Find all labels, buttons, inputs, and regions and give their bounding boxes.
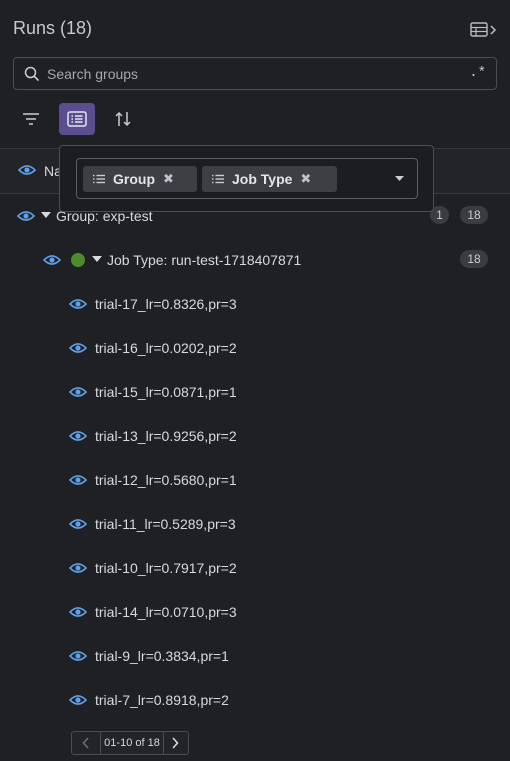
eye-icon[interactable] — [43, 253, 61, 267]
list-icon — [212, 174, 224, 184]
group-button[interactable] — [59, 103, 95, 135]
eye-icon[interactable] — [18, 163, 36, 177]
run-name[interactable]: trial-14_lr=0.0710,pr=3 — [95, 604, 237, 620]
search-box[interactable]: .* — [13, 57, 497, 90]
group-chip[interactable]: Group ✖ — [83, 166, 197, 192]
remove-icon[interactable]: ✖ — [163, 171, 174, 187]
table-collapse-icon[interactable] — [470, 21, 498, 39]
filter-button[interactable] — [13, 103, 49, 135]
panel-title: Runs (18) — [13, 18, 93, 38]
eye-icon[interactable] — [69, 341, 87, 355]
run-row[interactable]: trial-15_lr=0.0871,pr=1 — [0, 378, 510, 414]
eye-icon[interactable] — [69, 517, 87, 531]
search-input[interactable] — [47, 64, 447, 84]
run-name[interactable]: trial-15_lr=0.0871,pr=1 — [95, 384, 237, 400]
run-row[interactable]: trial-10_lr=0.7917,pr=2 — [0, 554, 510, 590]
list-icon — [93, 174, 105, 184]
group-by-popover: Group ✖ Job Type ✖ — [59, 145, 434, 212]
run-name[interactable]: trial-9_lr=0.3834,pr=1 — [95, 648, 229, 664]
run-name[interactable]: trial-16_lr=0.0202,pr=2 — [95, 340, 237, 356]
run-name[interactable]: trial-13_lr=0.9256,pr=2 — [95, 428, 237, 444]
run-name[interactable]: trial-12_lr=0.5680,pr=1 — [95, 472, 237, 488]
sort-button[interactable] — [105, 103, 141, 135]
run-row[interactable]: trial-17_lr=0.8326,pr=3 — [0, 290, 510, 326]
run-row[interactable]: trial-16_lr=0.0202,pr=2 — [0, 334, 510, 370]
run-row[interactable]: trial-12_lr=0.5680,pr=1 — [0, 466, 510, 502]
run-row[interactable]: trial-7_lr=0.8918,pr=2 — [0, 686, 510, 722]
run-name[interactable]: trial-17_lr=0.8326,pr=3 — [95, 296, 237, 312]
run-name[interactable]: trial-7_lr=0.8918,pr=2 — [95, 692, 229, 708]
pagination: 01-10 of 18 — [71, 731, 189, 755]
subgroup-runs-badge: 18 — [460, 250, 488, 268]
job-type-chip[interactable]: Job Type ✖ — [202, 166, 337, 192]
remove-icon[interactable]: ✖ — [300, 171, 311, 187]
run-row[interactable]: trial-9_lr=0.3834,pr=1 — [0, 642, 510, 678]
eye-icon[interactable] — [69, 385, 87, 399]
eye-icon[interactable] — [69, 297, 87, 311]
eye-icon[interactable] — [69, 693, 87, 707]
search-icon — [24, 66, 40, 82]
group-runs-badge: 18 — [460, 206, 488, 224]
group-list-icon — [67, 111, 87, 127]
chip-label: Job Type — [232, 171, 293, 187]
group-by-select[interactable]: Group ✖ Job Type ✖ — [76, 158, 418, 199]
subgroup-label[interactable]: Job Type: run-test-1718407871 — [107, 252, 301, 268]
eye-icon[interactable] — [69, 473, 87, 487]
run-row[interactable]: trial-13_lr=0.9256,pr=2 — [0, 422, 510, 458]
caret-down-icon[interactable] — [41, 212, 51, 219]
next-page-button[interactable] — [162, 732, 188, 754]
eye-icon[interactable] — [69, 429, 87, 443]
run-name[interactable]: trial-10_lr=0.7917,pr=2 — [95, 560, 237, 576]
eye-icon[interactable] — [69, 649, 87, 663]
run-row[interactable]: trial-11_lr=0.5289,pr=3 — [0, 510, 510, 546]
run-row[interactable]: trial-14_lr=0.0710,pr=3 — [0, 598, 510, 634]
eye-icon[interactable] — [69, 561, 87, 575]
caret-down-icon[interactable] — [92, 256, 102, 263]
filter-icon — [22, 112, 40, 126]
caret-down-icon[interactable] — [395, 176, 404, 182]
eye-icon[interactable] — [69, 605, 87, 619]
chip-label: Group — [113, 171, 155, 187]
page-range-label: 01-10 of 18 — [100, 732, 164, 754]
eye-icon[interactable] — [17, 209, 35, 223]
regex-toggle[interactable]: .* — [469, 65, 486, 81]
run-name[interactable]: trial-11_lr=0.5289,pr=3 — [95, 516, 236, 532]
prev-page-button[interactable] — [72, 732, 100, 754]
status-dot-icon — [70, 252, 86, 268]
sort-icon — [114, 110, 132, 128]
